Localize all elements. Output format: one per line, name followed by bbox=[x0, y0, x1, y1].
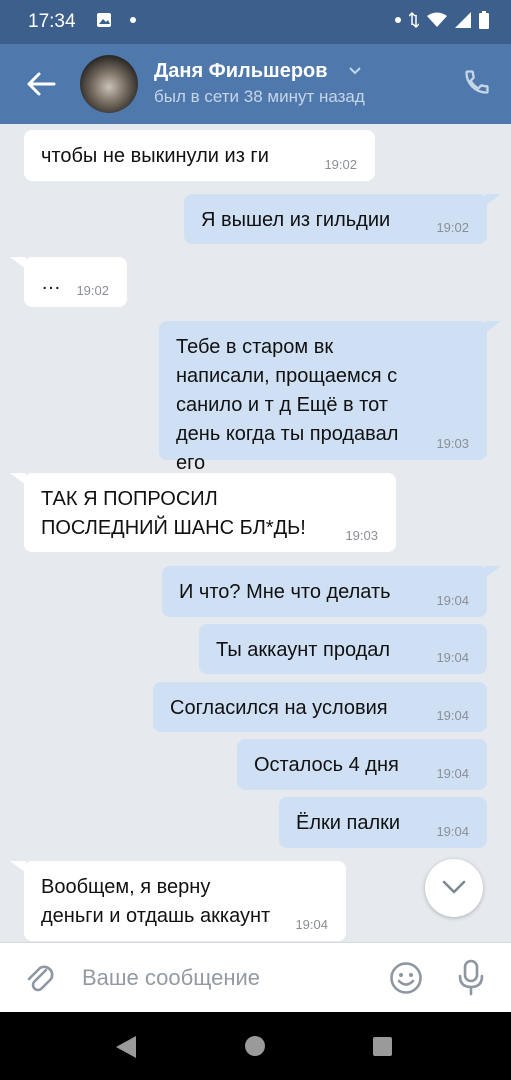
notification-dot-icon bbox=[130, 17, 136, 23]
message-time: 19:03 bbox=[345, 528, 378, 543]
phone-icon[interactable] bbox=[463, 68, 491, 96]
message-outgoing[interactable]: Я вышел из гильдии 19:02 bbox=[184, 194, 487, 244]
contact-name[interactable]: Даня Фильшеров bbox=[154, 60, 328, 83]
message-incoming[interactable]: … 19:02 bbox=[24, 257, 127, 307]
signal-icon bbox=[455, 12, 471, 28]
chat-header: Даня Фильшеров был в сети 38 минут назад bbox=[0, 44, 511, 124]
message-text: Вообщем, я верну деньги и отдашь аккаунт bbox=[41, 876, 271, 927]
bubble-tail bbox=[485, 194, 501, 206]
message-text: И что? Мне что делать bbox=[179, 581, 391, 603]
message-outgoing[interactable]: Ёлки палки 19:04 bbox=[279, 797, 487, 848]
message-time: 19:04 bbox=[436, 766, 469, 781]
message-outgoing[interactable]: Ты аккаунт продал 19:04 bbox=[199, 624, 487, 674]
message-incoming[interactable]: Вообщем, я верну деньги и отдашь аккаунт… bbox=[24, 861, 346, 941]
message-text: Тебе в старом вк написали, прощаемся с с… bbox=[176, 336, 399, 474]
data-arrows-icon bbox=[409, 12, 419, 28]
message-text: Ты аккаунт продал bbox=[216, 639, 391, 661]
message-outgoing[interactable]: Осталось 4 дня 19:04 bbox=[237, 739, 487, 790]
message-outgoing[interactable]: И что? Мне что делать 19:04 bbox=[162, 566, 487, 617]
message-list[interactable]: чтобы не выкинули из ги 19:02 Я вышел из… bbox=[0, 124, 511, 942]
message-time: 19:04 bbox=[436, 650, 469, 665]
bubble-tail bbox=[485, 566, 501, 578]
chevron-down-icon[interactable] bbox=[348, 64, 362, 78]
image-notification-icon bbox=[97, 13, 111, 27]
message-time: 19:02 bbox=[436, 220, 469, 235]
presence-status: был в сети 38 минут назад bbox=[154, 87, 365, 106]
microphone-icon[interactable] bbox=[457, 959, 485, 997]
message-outgoing[interactable]: Тебе в старом вк написали, прощаемся с с… bbox=[159, 321, 487, 474]
nav-recents-icon[interactable] bbox=[373, 1037, 392, 1056]
message-text: … bbox=[41, 272, 61, 294]
scroll-down-button[interactable] bbox=[425, 859, 483, 917]
paperclip-icon[interactable] bbox=[24, 960, 56, 996]
message-composer: Ваше сообщение bbox=[0, 942, 511, 1013]
message-text: Я вышел из гильдии bbox=[201, 209, 391, 231]
system-nav-bar bbox=[0, 1012, 511, 1080]
message-time: 19:04 bbox=[436, 824, 469, 839]
message-time: 19:04 bbox=[436, 593, 469, 608]
nav-home-icon[interactable] bbox=[245, 1036, 265, 1056]
chevron-down-icon bbox=[442, 880, 466, 894]
smiley-icon[interactable] bbox=[388, 960, 424, 996]
message-text: ТАК Я ПОПРОСИЛ ПОСЛЕДНИЙ ШАНС БЛ*ДЬ! bbox=[41, 488, 306, 539]
message-incoming[interactable]: чтобы не выкинули из ги 19:02 bbox=[24, 130, 375, 181]
battery-icon bbox=[479, 11, 489, 29]
message-text: Согласился на условия bbox=[170, 697, 388, 719]
nav-back-icon[interactable] bbox=[116, 1036, 136, 1058]
message-time: 19:02 bbox=[324, 157, 357, 172]
message-time: 19:04 bbox=[436, 708, 469, 723]
arrow-left-icon[interactable] bbox=[26, 70, 56, 98]
dot-icon bbox=[395, 17, 401, 23]
message-time: 19:02 bbox=[76, 283, 109, 298]
bubble-tail bbox=[485, 321, 501, 333]
status-time: 17:34 bbox=[28, 11, 76, 32]
message-input[interactable]: Ваше сообщение bbox=[82, 965, 260, 991]
wifi-icon bbox=[427, 12, 447, 27]
avatar[interactable] bbox=[80, 55, 138, 113]
message-text: Ёлки палки bbox=[296, 812, 401, 834]
message-incoming[interactable]: ТАК Я ПОПРОСИЛ ПОСЛЕДНИЙ ШАНС БЛ*ДЬ! 19:… bbox=[24, 473, 396, 552]
message-outgoing[interactable]: Согласился на условия 19:04 bbox=[153, 682, 487, 732]
message-text: Осталось 4 дня bbox=[254, 754, 399, 776]
message-text: чтобы не выкинули из ги bbox=[41, 145, 269, 167]
message-time: 19:04 bbox=[295, 917, 328, 932]
message-time: 19:03 bbox=[436, 436, 469, 451]
status-bar: 17:34 bbox=[0, 0, 511, 44]
